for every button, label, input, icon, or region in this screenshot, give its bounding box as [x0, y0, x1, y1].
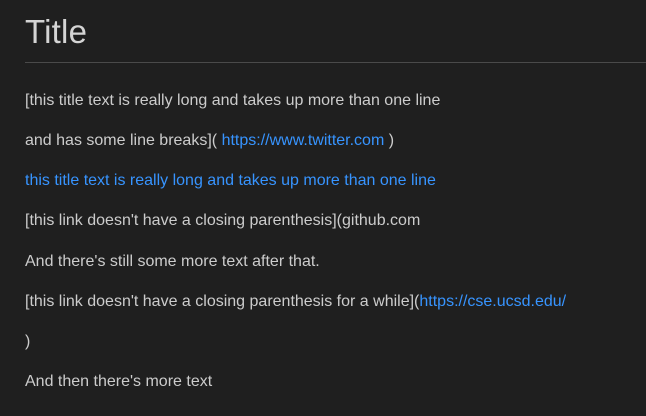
paragraph-line-3: this title text is really long and takes…	[25, 169, 436, 193]
twitter-link[interactable]: https://www.twitter.com	[222, 132, 385, 149]
title-divider	[25, 62, 646, 63]
paragraph-line-7: )	[25, 333, 31, 350]
line-6-text: [this link doesn't have a closing parent…	[25, 293, 420, 310]
paragraph-line-6: [this link doesn't have a closing parent…	[25, 290, 566, 314]
page-title: Title	[25, 13, 88, 50]
paragraph-line-1: [this title text is really long and take…	[25, 92, 441, 109]
long-title-link[interactable]: this title text is really long and takes…	[25, 172, 436, 189]
paragraph-line-4: [this link doesn't have a closing parent…	[25, 212, 421, 229]
paragraph-line-2: and has some line breaks]( https://www.t…	[25, 129, 394, 153]
ucsd-link[interactable]: https://cse.ucsd.edu/	[419, 293, 566, 310]
markdown-preview: Title [this title text is really long an…	[0, 0, 646, 416]
line-2-closing: )	[388, 132, 395, 149]
paragraph-line-8: And then there's more text	[25, 373, 213, 390]
paragraph-line-5: And there's still some more text after t…	[25, 253, 320, 270]
line-2-text: and has some line breaks](	[25, 132, 218, 149]
